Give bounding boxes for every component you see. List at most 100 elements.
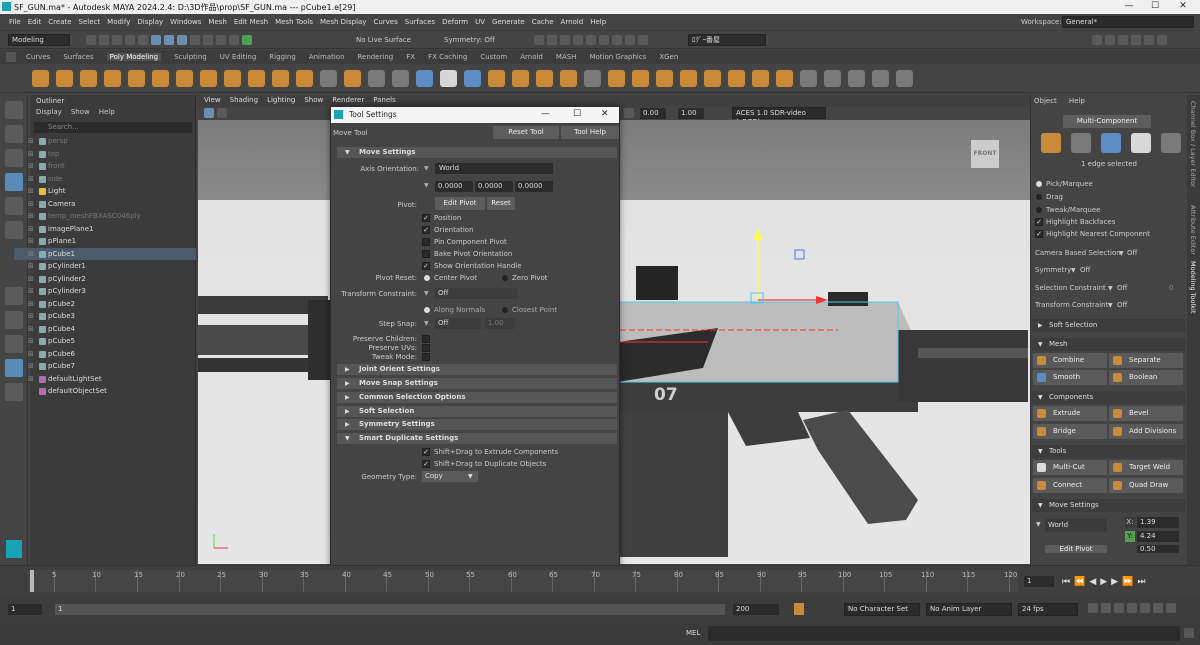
loop-icon[interactable] <box>1088 603 1098 613</box>
toggle-tool-settings-icon[interactable] <box>1118 35 1128 45</box>
uv-editor-icon[interactable] <box>872 70 889 87</box>
shelf-tab-arnold[interactable]: Arnold <box>520 53 543 61</box>
outliner-item[interactable]: ⊞ pCube7 <box>14 360 196 373</box>
toggle-modeling-toolkit-icon[interactable] <box>1092 35 1102 45</box>
smooth-button[interactable]: Smooth <box>1033 370 1107 385</box>
tool-settings-close-button[interactable]: ✕ <box>601 109 609 119</box>
zero-pivot-radio[interactable] <box>502 275 508 281</box>
exposure-icon[interactable] <box>624 108 634 118</box>
outliner-item[interactable]: ⊞ imagePlane1 <box>14 223 196 236</box>
tweak-mode-checkbox[interactable] <box>422 353 430 361</box>
outliner-item[interactable]: ⊞ persp <box>14 135 196 148</box>
delete-edge-icon[interactable] <box>776 70 793 87</box>
script-editor-icon[interactable] <box>1184 628 1194 638</box>
outliner-item[interactable]: ⊞ pCube3 <box>14 310 196 323</box>
extrude-button[interactable]: Extrude <box>1033 406 1107 421</box>
add-divisions-button[interactable]: Add Divisions <box>1109 424 1183 439</box>
menu-create[interactable]: Create <box>48 18 71 26</box>
smart-duplicate-settings-section[interactable]: ▼ Smart Duplicate Settings <box>337 433 617 444</box>
reset-pivot-button[interactable]: Reset <box>487 197 515 210</box>
shelf-tab-fx[interactable]: FX <box>406 53 415 61</box>
go-to-end-icon[interactable]: ⏭ <box>1137 577 1145 587</box>
menu-mesh-tools[interactable]: Mesh Tools <box>275 18 313 26</box>
move-orientation-dropdown[interactable]: World <box>1045 519 1107 532</box>
viewport-menu-show[interactable]: Show <box>304 96 323 104</box>
along-normals-radio[interactable] <box>424 307 430 313</box>
undo-icon[interactable] <box>125 35 135 45</box>
poly-pyramid-icon[interactable] <box>224 70 241 87</box>
outliner-menu-display[interactable]: Display <box>36 108 62 116</box>
render-settings-icon[interactable] <box>560 35 570 45</box>
snap-curve-icon[interactable] <box>203 35 213 45</box>
star-icon[interactable] <box>296 70 313 87</box>
outliner-item[interactable]: ⊞ top <box>14 148 196 161</box>
offset-edge-loop-icon[interactable] <box>656 70 673 87</box>
viewport-menu-panels[interactable]: Panels <box>373 96 396 104</box>
shelf-tab-motion-graphics[interactable]: Motion Graphics <box>589 53 646 61</box>
transform-constraint-dropdown[interactable]: Off <box>435 288 517 299</box>
outliner-item[interactable]: ⊞ pCube2 <box>14 298 196 311</box>
edge-mode-icon[interactable] <box>1101 133 1121 153</box>
menu-uv[interactable]: UV <box>475 18 485 26</box>
vertex-mode-icon[interactable] <box>1071 133 1091 153</box>
svg-icon[interactable] <box>344 70 361 87</box>
key-icon[interactable] <box>1140 603 1150 613</box>
outliner-menu-help[interactable]: Help <box>99 108 115 116</box>
shelf-settings-icon[interactable] <box>6 52 16 62</box>
command-language-label[interactable]: MEL <box>686 629 700 637</box>
text-icon[interactable] <box>320 70 337 87</box>
bookmark-icon[interactable] <box>1127 603 1137 613</box>
axis-z-field[interactable]: 0.0000 <box>515 181 553 192</box>
outliner-item[interactable]: ⊞ pCylinder1 <box>14 260 196 273</box>
step-forward-frame-icon[interactable]: ▶ <box>1111 577 1118 587</box>
cache-icon[interactable] <box>1114 603 1124 613</box>
render-view-icon[interactable] <box>586 35 596 45</box>
menu-edit[interactable]: Edit <box>28 18 42 26</box>
face-mode-icon[interactable] <box>1131 133 1151 153</box>
y-value-field[interactable]: 4.24 <box>1137 531 1179 542</box>
symmetry-settings-section[interactable]: ▶ Symmetry Settings <box>337 419 617 430</box>
selection-constraint-arrow-icon[interactable]: ▼ <box>1108 285 1113 292</box>
multi-cut-icon[interactable] <box>608 70 625 87</box>
menu-select[interactable]: Select <box>79 18 101 26</box>
axis-x-field[interactable]: 0.0000 <box>435 181 473 192</box>
axis-vector-arrow-icon[interactable]: ▼ <box>424 182 429 189</box>
shelf-tab-fx-caching[interactable]: FX Caching <box>428 53 467 61</box>
shelf-tab-surfaces[interactable]: Surfaces <box>63 53 93 61</box>
move-settings-section[interactable]: ▼ Move Settings <box>337 147 617 158</box>
common-selection-options-section[interactable]: ▶ Common Selection Options <box>337 392 617 403</box>
sound-icon[interactable] <box>1101 603 1111 613</box>
modeling-toolkit-tab[interactable]: Modeling Toolkit <box>1189 261 1197 313</box>
position-checkbox[interactable]: ✓ <box>422 214 430 222</box>
mode-dropdown[interactable]: Modeling <box>8 34 70 46</box>
animation-prefs-icon[interactable] <box>1153 603 1163 613</box>
outliner-item[interactable]: ⊞ Camera <box>14 198 196 211</box>
soft-selection-section[interactable]: ▶ Soft Selection <box>337 406 617 417</box>
outliner-item[interactable]: ⊞ pCube6 <box>14 348 196 361</box>
current-frame-field[interactable]: 1 <box>1024 576 1054 587</box>
tools-header[interactable]: ▼ Tools <box>1032 445 1186 458</box>
menu-display[interactable]: Display <box>137 18 163 26</box>
anim-layer-dropdown[interactable]: No Anim Layer <box>926 603 1012 616</box>
colorspace-dropdown[interactable]: ACES 1.0 SDR-video (sRGB) <box>732 107 826 126</box>
camera-based-value[interactable]: Off <box>1127 249 1137 257</box>
shelf-tab-xgen[interactable]: XGen <box>659 53 678 61</box>
minimize-button[interactable]: — <box>1118 0 1140 13</box>
new-scene-icon[interactable] <box>86 35 96 45</box>
menu-windows[interactable]: Windows <box>170 18 201 26</box>
axis-orientation-arrow-icon[interactable]: ▼ <box>424 165 429 172</box>
step-snap-dropdown[interactable]: Off <box>435 318 481 329</box>
workspace-dropdown[interactable]: General* <box>1062 16 1194 28</box>
preserve-uvs-checkbox[interactable] <box>422 344 430 352</box>
shelf-tab-custom[interactable]: Custom <box>480 53 507 61</box>
symmetry-arrow-icon[interactable]: ▼ <box>1071 267 1076 274</box>
shelf-tab-poly-modeling[interactable]: Poly Modeling <box>106 53 162 61</box>
outliner-item[interactable]: ⊞ Light <box>14 185 196 198</box>
poly-plane-icon[interactable] <box>152 70 169 87</box>
light-editor-icon[interactable] <box>625 35 635 45</box>
planar-map-icon[interactable] <box>848 70 865 87</box>
live-surface-label[interactable]: No Live Surface <box>356 36 411 44</box>
menu-surfaces[interactable]: Surfaces <box>405 18 435 26</box>
preserve-children-checkbox[interactable] <box>422 335 430 343</box>
move-orientation-arrow-icon[interactable]: ▼ <box>1036 521 1041 528</box>
